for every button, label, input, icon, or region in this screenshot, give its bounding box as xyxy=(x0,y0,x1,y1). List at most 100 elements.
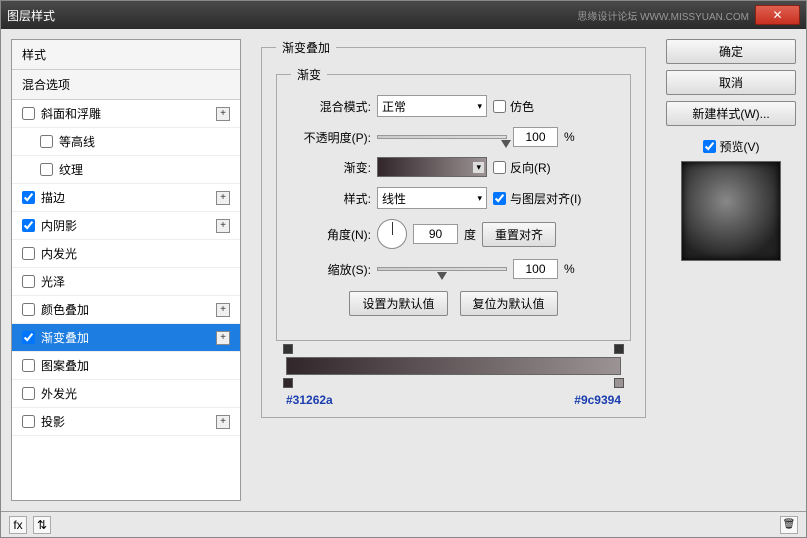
arrows-icon[interactable]: ⇅ xyxy=(33,516,51,534)
style-item-11[interactable]: 投影+ xyxy=(12,408,240,436)
dither-checkbox[interactable]: 仿色 xyxy=(493,98,534,115)
style-item-10[interactable]: 外发光 xyxy=(12,380,240,408)
style-checkbox[interactable] xyxy=(22,415,35,428)
close-icon: ✕ xyxy=(772,8,782,22)
slider-thumb[interactable] xyxy=(437,272,447,280)
style-checkbox[interactable] xyxy=(22,107,35,120)
gradient-picker[interactable]: ▾ xyxy=(377,157,487,177)
style-item-8[interactable]: 渐变叠加+ xyxy=(12,324,240,352)
blend-mode-select[interactable]: 正常 ▾ xyxy=(377,95,487,117)
style-checkbox[interactable] xyxy=(22,247,35,260)
angle-unit: 度 xyxy=(464,226,476,243)
scale-slider[interactable] xyxy=(377,267,507,271)
gradient-label: 渐变: xyxy=(291,159,371,176)
opacity-stop-left[interactable] xyxy=(283,344,293,354)
style-checkbox[interactable] xyxy=(22,303,35,316)
styles-header[interactable]: 样式 xyxy=(12,40,240,70)
opacity-label: 不透明度(P): xyxy=(291,129,371,146)
style-checkbox[interactable] xyxy=(40,163,53,176)
opacity-input[interactable]: 100 xyxy=(513,127,558,147)
gradient-overlay-group: 渐变叠加 渐变 混合模式: 正常 ▾ 仿色 不透明度(P): xyxy=(261,39,646,418)
new-style-button[interactable]: 新建样式(W)... xyxy=(666,101,796,126)
style-item-3[interactable]: 描边+ xyxy=(12,184,240,212)
inner-title: 渐变 xyxy=(291,66,327,83)
reverse-checkbox[interactable]: 反向(R) xyxy=(493,159,551,176)
add-effect-button[interactable]: + xyxy=(216,415,230,429)
scale-input[interactable]: 100 xyxy=(513,259,558,279)
style-label: 样式: xyxy=(291,190,371,207)
style-label: 颜色叠加 xyxy=(41,301,216,318)
add-effect-button[interactable]: + xyxy=(216,331,230,345)
style-checkbox[interactable] xyxy=(22,387,35,400)
align-input[interactable] xyxy=(493,192,506,205)
angle-label: 角度(N): xyxy=(291,226,371,243)
add-effect-button[interactable]: + xyxy=(216,191,230,205)
style-select[interactable]: 线性 ▾ xyxy=(377,187,487,209)
blend-mode-label: 混合模式: xyxy=(291,98,371,115)
style-item-6[interactable]: 光泽 xyxy=(12,268,240,296)
style-item-7[interactable]: 颜色叠加+ xyxy=(12,296,240,324)
opacity-slider[interactable] xyxy=(377,135,507,139)
ok-button[interactable]: 确定 xyxy=(666,39,796,64)
opacity-stop-right[interactable] xyxy=(614,344,624,354)
style-checkbox[interactable] xyxy=(40,135,53,148)
reverse-input[interactable] xyxy=(493,161,506,174)
style-label: 等高线 xyxy=(59,133,230,150)
scale-unit: % xyxy=(564,262,575,276)
style-item-4[interactable]: 内阴影+ xyxy=(12,212,240,240)
color-stop-right[interactable] xyxy=(614,378,624,388)
add-effect-button[interactable]: + xyxy=(216,219,230,233)
style-item-1[interactable]: 等高线 xyxy=(12,128,240,156)
close-button[interactable]: ✕ xyxy=(755,5,800,25)
reset-default-button[interactable]: 复位为默认值 xyxy=(460,291,558,316)
titlebar: 图层样式 思缘设计论坛 WWW.MISSYUAN.COM ✕ xyxy=(1,1,806,29)
blend-mode-value: 正常 xyxy=(382,98,406,115)
style-label: 渐变叠加 xyxy=(41,329,216,346)
blend-options-header[interactable]: 混合选项 xyxy=(12,70,240,100)
style-label: 光泽 xyxy=(41,273,230,290)
gradient-editor[interactable] xyxy=(286,357,621,375)
gradient-bar[interactable] xyxy=(286,357,621,375)
reset-align-button[interactable]: 重置对齐 xyxy=(482,222,556,247)
cancel-button[interactable]: 取消 xyxy=(666,70,796,95)
preview-thumbnail xyxy=(681,161,781,261)
align-checkbox[interactable]: 与图层对齐(I) xyxy=(493,190,581,207)
set-default-button[interactable]: 设置为默认值 xyxy=(349,291,447,316)
layer-style-dialog: 图层样式 思缘设计论坛 WWW.MISSYUAN.COM ✕ 样式 混合选项 斜… xyxy=(0,0,807,538)
slider-thumb[interactable] xyxy=(501,140,511,148)
style-label: 外发光 xyxy=(41,385,230,402)
color-stop-left[interactable] xyxy=(283,378,293,388)
style-value: 线性 xyxy=(382,190,406,207)
chevron-down-icon: ▾ xyxy=(477,101,482,112)
fx-icon[interactable]: fx xyxy=(9,516,27,534)
style-label: 内发光 xyxy=(41,245,230,262)
gradient-group: 渐变 混合模式: 正常 ▾ 仿色 不透明度(P): 100 % xyxy=(276,66,631,341)
style-label: 纹理 xyxy=(59,161,230,178)
color-left-label: #31262a xyxy=(286,393,333,407)
add-effect-button[interactable]: + xyxy=(216,107,230,121)
style-label: 投影 xyxy=(41,413,216,430)
angle-input[interactable]: 90 xyxy=(413,224,458,244)
preview-checkbox[interactable]: 预览(V) xyxy=(666,138,796,155)
style-checkbox[interactable] xyxy=(22,191,35,204)
style-checkbox[interactable] xyxy=(22,275,35,288)
style-checkbox[interactable] xyxy=(22,359,35,372)
trash-icon[interactable]: 🗑 xyxy=(780,516,798,534)
chevron-down-icon: ▾ xyxy=(473,162,484,173)
style-checkbox[interactable] xyxy=(22,219,35,232)
style-item-0[interactable]: 斜面和浮雕+ xyxy=(12,100,240,128)
style-item-2[interactable]: 纹理 xyxy=(12,156,240,184)
preview-group: 预览(V) xyxy=(666,138,796,267)
add-effect-button[interactable]: + xyxy=(216,303,230,317)
content-area: 样式 混合选项 斜面和浮雕+等高线纹理描边+内阴影+内发光光泽颜色叠加+渐变叠加… xyxy=(1,29,806,511)
style-label: 斜面和浮雕 xyxy=(41,105,216,122)
style-item-5[interactable]: 内发光 xyxy=(12,240,240,268)
style-checkbox[interactable] xyxy=(22,331,35,344)
dither-input[interactable] xyxy=(493,100,506,113)
angle-dial[interactable] xyxy=(377,219,407,249)
scale-label: 缩放(S): xyxy=(291,261,371,278)
color-right-label: #9c9394 xyxy=(574,393,621,407)
style-item-9[interactable]: 图案叠加 xyxy=(12,352,240,380)
preview-input[interactable] xyxy=(703,140,716,153)
group-title: 渐变叠加 xyxy=(276,39,336,56)
